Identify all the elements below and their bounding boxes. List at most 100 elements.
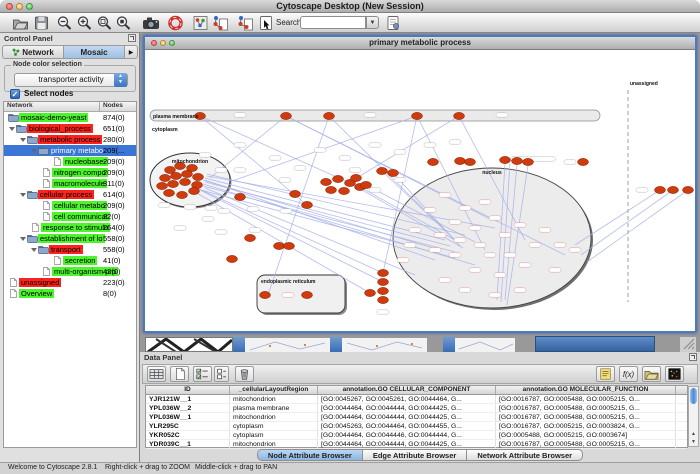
tree-row[interactable]: primary metabo209(... — [4, 145, 136, 156]
function-builder-icon[interactable]: f(x) — [619, 366, 638, 382]
table-row[interactable]: YKR052Ccytoplasm[GO:0044464, GO:0044446,… — [146, 431, 687, 440]
tree-row-label[interactable]: Overview — [19, 289, 54, 298]
background-window[interactable] — [535, 336, 655, 352]
tree-col-nodes[interactable]: Nodes — [100, 102, 136, 111]
tree-row-label[interactable]: mosaic-demo-yeast — [19, 113, 88, 122]
open-icon[interactable] — [12, 15, 29, 31]
network-node[interactable] — [281, 112, 292, 119]
network-edge[interactable] — [200, 190, 383, 282]
resize-grip-icon[interactable] — [680, 337, 696, 352]
float-panel-icon[interactable] — [689, 353, 697, 361]
tree-row-label[interactable]: unassigned — [19, 278, 61, 287]
tree-row-label[interactable]: biological_process — [27, 124, 93, 133]
tree-row-label[interactable]: response to stimulu — [41, 223, 110, 232]
table-row[interactable]: YJR121W__1mitochondrion[GO:0045267, GO:0… — [146, 395, 687, 404]
table-cell[interactable]: YKR052C — [146, 431, 230, 439]
network-canvas[interactable]: plasma membrane cytoplasm mitochondrion … — [145, 50, 695, 331]
network-node[interactable] — [164, 189, 175, 196]
network-node[interactable] — [428, 158, 439, 165]
network-node[interactable] — [378, 269, 389, 276]
float-panel-icon[interactable] — [128, 34, 136, 42]
vizmapper-icon[interactable] — [192, 15, 209, 31]
network-node[interactable] — [578, 158, 589, 165]
network-node[interactable] — [177, 191, 188, 198]
scrollbar-thumb[interactable] — [690, 388, 697, 404]
annotation-icon[interactable] — [258, 15, 275, 31]
network-node[interactable] — [339, 187, 350, 194]
unselect-attributes-icon[interactable] — [214, 366, 229, 382]
network-node[interactable] — [454, 112, 465, 119]
table-cell[interactable]: [GO:0016787, GO:0005488, GO:0005215, G..… — [496, 404, 676, 412]
table-scrollbar[interactable]: ▲ ▼ — [688, 386, 699, 447]
tree-row-label[interactable]: cellular metabo — [52, 201, 107, 210]
tree-row-label[interactable]: cellular process — [38, 190, 94, 199]
tree-row[interactable]: biological_process651(0) — [4, 123, 136, 134]
new-network-icon[interactable] — [212, 15, 229, 31]
tree-row[interactable]: unassigned223(0) — [4, 277, 136, 288]
network-node[interactable] — [465, 158, 476, 165]
network-node[interactable] — [378, 287, 389, 294]
tree-row-label[interactable]: primary metabo — [49, 146, 105, 155]
table-cell[interactable]: cytoplasm — [230, 422, 318, 430]
zoom-fit-icon[interactable] — [96, 15, 113, 31]
table-column-header[interactable]: annotation.GO CELLULAR_COMPONENT — [318, 386, 496, 394]
table-cell[interactable]: [GO:0044464, GO:0044446, GO:0044444, G..… — [318, 431, 496, 439]
expand-arrow-icon[interactable] — [8, 125, 16, 133]
network-node[interactable] — [361, 181, 372, 188]
table-row[interactable]: YPL036W__2plasma membrane[GO:0044464, GO… — [146, 404, 687, 413]
background-window[interactable] — [145, 337, 233, 352]
table-row[interactable]: YLR295Ccytoplasm[GO:0045263, GO:0044464,… — [146, 422, 687, 431]
attribute-browser-tab[interactable]: Network Attribute Browser — [466, 449, 583, 461]
network-edge[interactable] — [205, 188, 415, 275]
tab-network[interactable]: Network — [3, 46, 64, 58]
tree-row-label[interactable]: establishment of lo — [38, 234, 105, 243]
network-node[interactable] — [180, 178, 191, 185]
network-node[interactable] — [378, 296, 389, 303]
network-node[interactable] — [378, 278, 389, 285]
report-icon[interactable] — [596, 366, 615, 382]
tree-row[interactable]: mosaic-demo-yeast874(0) — [4, 112, 136, 123]
tab-mosaic[interactable]: Mosaic — [64, 46, 125, 58]
network-frame-titlebar[interactable]: primary metabolic process — [145, 37, 695, 50]
tree-row[interactable]: multi-organism pro42(0) — [4, 266, 136, 277]
table-column-header[interactable]: annotation.GO MOLECULAR_FUNCTION — [496, 386, 676, 394]
tree-row[interactable]: cell communicat22(0) — [4, 211, 136, 222]
destroy-network-icon[interactable] — [237, 15, 254, 31]
snapshot-icon[interactable] — [141, 15, 161, 31]
search-input[interactable] — [300, 16, 366, 29]
scroll-up-icon[interactable]: ▲ — [689, 430, 698, 438]
network-node[interactable] — [193, 173, 204, 180]
table-cell[interactable]: mitochondrion — [230, 395, 318, 403]
network-node[interactable] — [500, 156, 511, 163]
tree-row[interactable]: Overview8(0) — [4, 288, 136, 299]
tree-row-label[interactable]: secretion — [63, 256, 97, 265]
tree-row[interactable]: nitrogen compo209(0) — [4, 167, 136, 178]
attributes-table-icon[interactable] — [147, 366, 166, 382]
network-edge[interactable] — [575, 190, 660, 245]
network-node[interactable] — [235, 193, 246, 200]
network-node[interactable] — [302, 201, 313, 208]
background-window[interactable] — [245, 337, 330, 352]
new-attribute-icon[interactable] — [170, 366, 189, 382]
tree-row[interactable]: response to stimulu264(0) — [4, 222, 136, 233]
expand-arrow-icon[interactable] — [19, 235, 27, 243]
tree-row-label[interactable]: transport — [49, 245, 83, 254]
table-cell[interactable]: YPL036W__2 — [146, 404, 230, 412]
expand-arrow-icon[interactable] — [30, 147, 38, 155]
tree-row[interactable]: cellular process614(0) — [4, 189, 136, 200]
node-color-combobox[interactable]: transporter activity ▲▼ — [14, 73, 128, 87]
network-edge[interactable] — [587, 190, 688, 262]
zoom-selected-icon[interactable] — [115, 15, 132, 31]
network-node[interactable] — [302, 291, 313, 298]
search-dropdown-icon[interactable]: ▼ — [366, 16, 379, 29]
expand-arrow-icon[interactable] — [30, 246, 38, 254]
network-node[interactable] — [455, 157, 466, 164]
tree-row-label[interactable]: nucleobase- — [63, 157, 108, 166]
network-node[interactable] — [182, 170, 193, 177]
table-cell[interactable]: [GO:0016787, GO:0005215, GO:0003824, G..… — [496, 422, 676, 430]
nucleus-region[interactable] — [393, 168, 591, 308]
network-node[interactable] — [171, 172, 182, 179]
tree-row-label[interactable]: cell communicat — [52, 212, 110, 221]
network-node[interactable] — [655, 186, 666, 193]
background-window[interactable] — [443, 337, 455, 352]
